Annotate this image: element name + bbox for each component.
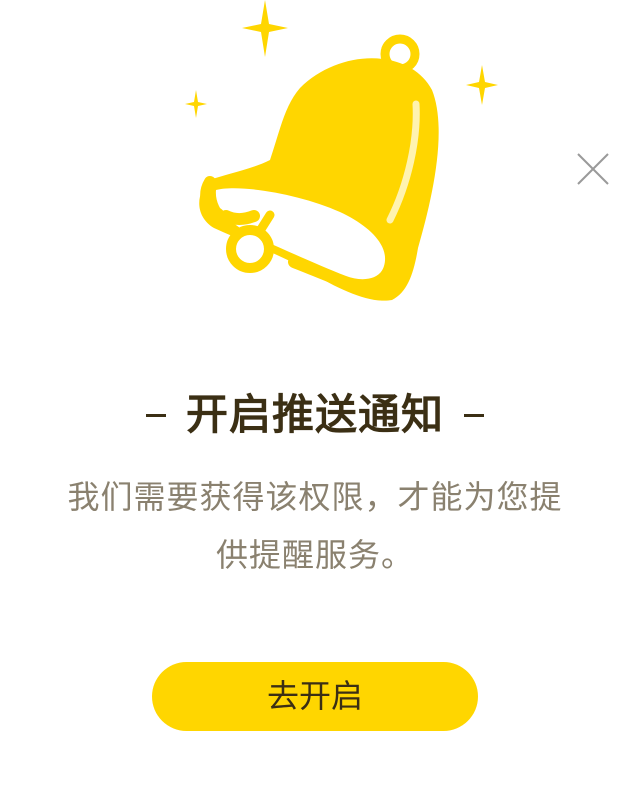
dialog-title: 开启推送通知	[185, 390, 444, 439]
dialog-header: 开启推送通知	[0, 385, 630, 445]
title-right-dash	[464, 413, 484, 417]
sparkle-icon	[466, 65, 498, 105]
title-left-dash	[145, 413, 166, 417]
sparkle-icon	[185, 90, 207, 118]
bell-icon	[185, 0, 498, 301]
sparkle-icon	[242, 0, 288, 57]
dialog-description: 我们需要获得该权限，才能为您提供提醒服务。	[67, 478, 563, 574]
close-icon[interactable]	[573, 149, 613, 189]
notification-permission-dialog: 开启推送通知 我们需要获得该权限，才能为您提供提醒服务。 去开启	[0, 0, 630, 791]
enable-notifications-button[interactable]: 去开启	[152, 662, 478, 731]
